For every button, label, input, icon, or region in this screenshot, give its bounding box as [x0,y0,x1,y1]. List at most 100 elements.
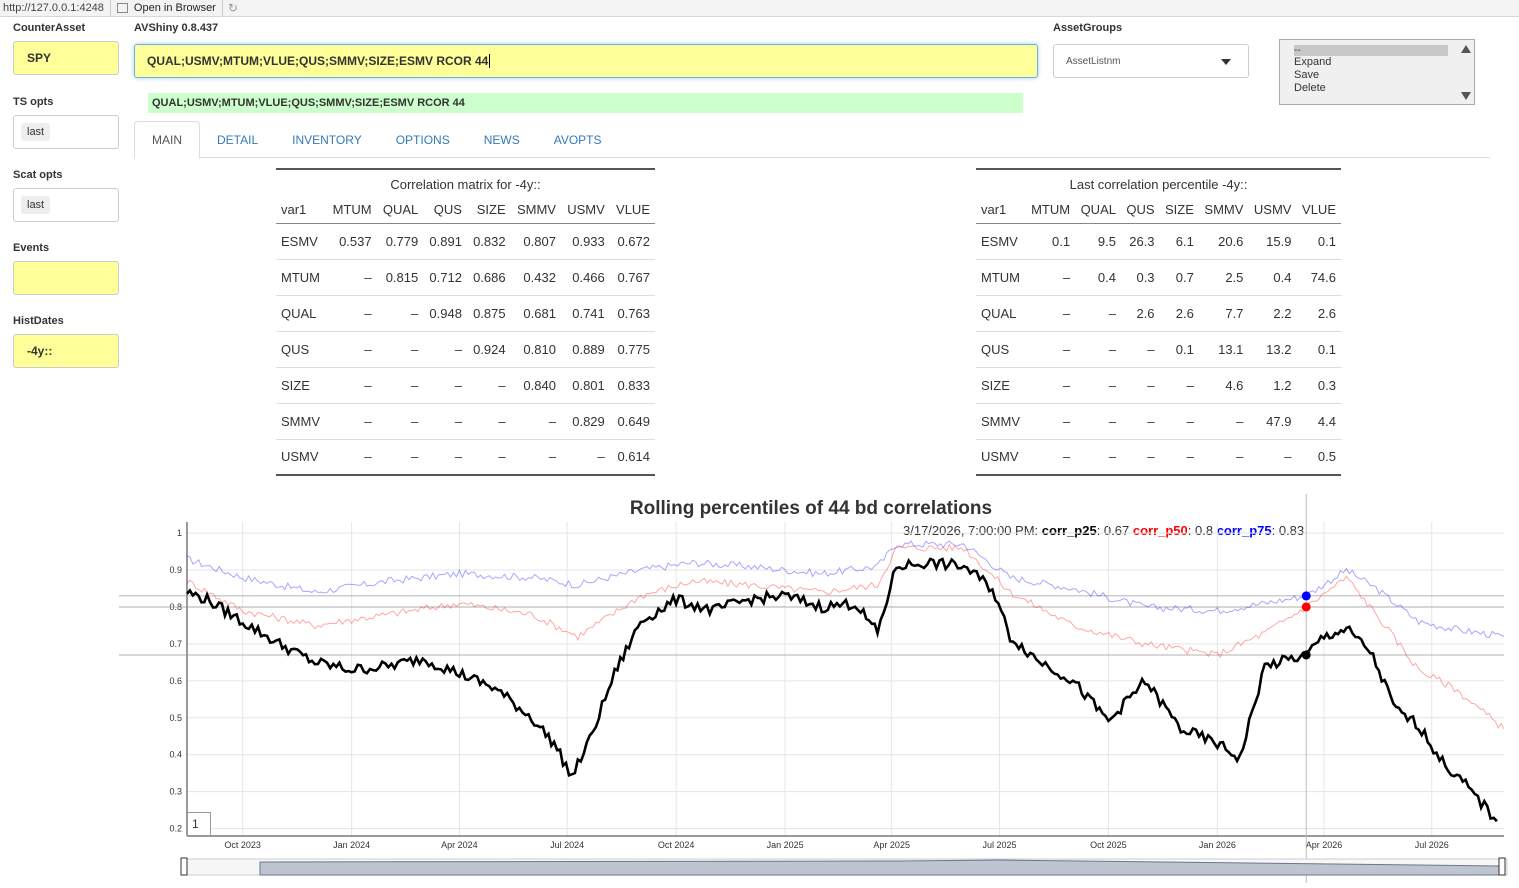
table-cell: – [1075,403,1121,440]
table-cell: 9.5 [1075,223,1121,260]
tab-detail[interactable]: DETAIL [200,121,275,158]
x-tick-label: Oct 2025 [1090,840,1127,850]
table-cell: 0.432 [510,259,561,296]
scroll-down-icon[interactable] [1461,92,1471,100]
x-tick-label: Apr 2025 [873,840,910,850]
table-cell: – [326,403,377,440]
table-cell: – [376,439,424,476]
events-label: Events [13,242,50,254]
tab-bar: MAIN DETAIL INVENTORY OPTIONS NEWS AVOPT… [134,121,1490,159]
table-row: QUS – – –0.1 13.1 13.2 0.1 [976,331,1341,368]
table-row: MTUM –0.815 0.712 0.686 0.432 0.466 0.767 [276,259,655,296]
table-row: MTUM –0.4 0.3 0.7 2.5 0.4 74.6 [976,259,1341,296]
pct-caption: Last correlation percentile -4y:: [976,168,1341,197]
table-cell: MTUM [276,259,327,296]
table-cell: 4.6 [1198,367,1249,404]
listbox-item-delete[interactable]: Delete [1294,82,1474,95]
tab-news[interactable]: NEWS [467,121,537,158]
table-cell: 0.933 [560,223,610,260]
table-cell: QUAL [976,295,1026,332]
table-cell: – [1025,259,1076,296]
ts-opts-chip[interactable]: last [21,123,51,141]
scat-opts-chip[interactable]: last [21,196,51,214]
x-tick-label: Jul 2025 [982,840,1016,850]
counter-asset-input[interactable]: SPY [13,41,119,75]
ts-opts-select[interactable]: last [13,115,119,149]
column-header: var1 [976,197,1026,224]
table-cell: – [1159,403,1199,440]
table-cell: – [1198,439,1249,476]
table-cell: – [1025,331,1076,368]
legend-entry-value: : 0.8 [1188,523,1217,538]
table-cell: 0.7 [1159,259,1199,296]
correlation-matrix-table: Correlation matrix for -4y:: var1 MTUM QUAL… [276,168,655,476]
x-tick-label: Jan 2025 [767,840,804,850]
scat-opts-select[interactable]: last [13,188,119,222]
table-cell: – [1025,295,1076,332]
table-row: SMMV – – – – –47.9 4.4 [976,403,1341,440]
listbox-item-expand[interactable]: Expand [1294,56,1474,69]
table-cell: 13.2 [1248,331,1297,368]
table-cell: – [423,331,467,368]
table-cell: – [560,439,610,476]
table-cell: 0.741 [560,295,610,332]
refresh-icon[interactable]: ↻ [223,1,243,15]
correlation-percentile-table: Last correlation percentile -4y:: var1MTU… [976,168,1341,476]
column-header: var1 [276,197,327,224]
table-cell: – [1120,367,1160,404]
table-cell: – [466,403,511,440]
legend-entry-name: corr_p50 [1133,523,1188,538]
table-cell: ESMV [976,223,1026,260]
x-tick-label: Jan 2024 [333,840,370,850]
table-cell: 4.4 [1296,403,1341,440]
chart-title: Rolling percentiles of 44 bd correlation… [630,498,992,519]
command-input[interactable]: QUAL;USMV;MTUM;VLUE;QUS;SMMV;SIZE;ESMV R… [134,44,1038,78]
table-cell: 0.891 [423,223,467,260]
table-header-row: var1 MTUM QUAL QUS SIZE SMMV USMV VLUE [276,197,655,224]
legend-entry-value: : 0.67 [1097,523,1133,538]
table-cell: – [376,295,424,332]
highlight-point-corr_p25 [1301,650,1311,660]
scroll-up-icon[interactable] [1461,45,1471,53]
chart-svg[interactable]: Rolling percentiles of 44 bd correlation… [119,493,1519,883]
open-in-browser-button[interactable]: Open in Browser [111,0,223,16]
tab-inventory[interactable]: INVENTORY [275,121,379,158]
tab-options[interactable]: OPTIONS [379,121,467,158]
table-cell: 1.2 [1248,367,1297,404]
asset-groups-select[interactable]: AssetListnm [1053,44,1249,78]
table-cell: – [1025,367,1076,404]
column-header: SMMV [510,197,561,224]
table-cell: ESMV [276,223,327,260]
asset-groups-value: AssetListnm [1066,55,1121,67]
table-cell: – [1159,367,1199,404]
ts-opts-label: TS opts [13,96,54,108]
table-cell: – [1075,331,1121,368]
y-tick-label: 1 [177,528,182,538]
browser-toolbar: http://127.0.0.1:4248 Open in Browser ↻ [0,0,1519,17]
table-cell: 0.5 [1296,439,1341,476]
table-cell: – [423,367,467,404]
tab-avopts[interactable]: AVOPTS [537,121,619,158]
url-text[interactable]: http://127.0.0.1:4248 [0,0,111,16]
table-cell: 0.889 [560,331,610,368]
listbox-item[interactable]: -- [1294,45,1448,56]
histdates-input[interactable]: -4y:: [13,334,119,368]
action-listbox[interactable]: -- Expand Save Delete [1279,39,1475,105]
x-tick-label: Jul 2024 [550,840,584,850]
table-cell: SIZE [976,367,1026,404]
listbox-item-save[interactable]: Save [1294,69,1474,82]
table-cell: 0.1 [1159,331,1199,368]
table-cell: 0.801 [560,367,610,404]
column-header: QUS [423,197,467,224]
table-cell: 0.3 [1296,367,1341,404]
rolling-correlation-chart[interactable]: Rolling percentiles of 44 bd correlation… [119,493,1519,883]
counter-asset-label: CounterAsset [13,22,86,34]
table-row: QUAL – –2.6 2.6 7.7 2.2 2.6 [976,295,1341,332]
events-input[interactable] [13,261,119,295]
table-cell: QUAL [276,295,327,332]
roll-period-input[interactable]: 1 [187,812,211,836]
table-cell: SMMV [976,403,1026,440]
y-tick-label: 0.5 [169,713,182,723]
histdates-label: HistDates [13,315,64,327]
tab-main[interactable]: MAIN [134,121,200,159]
